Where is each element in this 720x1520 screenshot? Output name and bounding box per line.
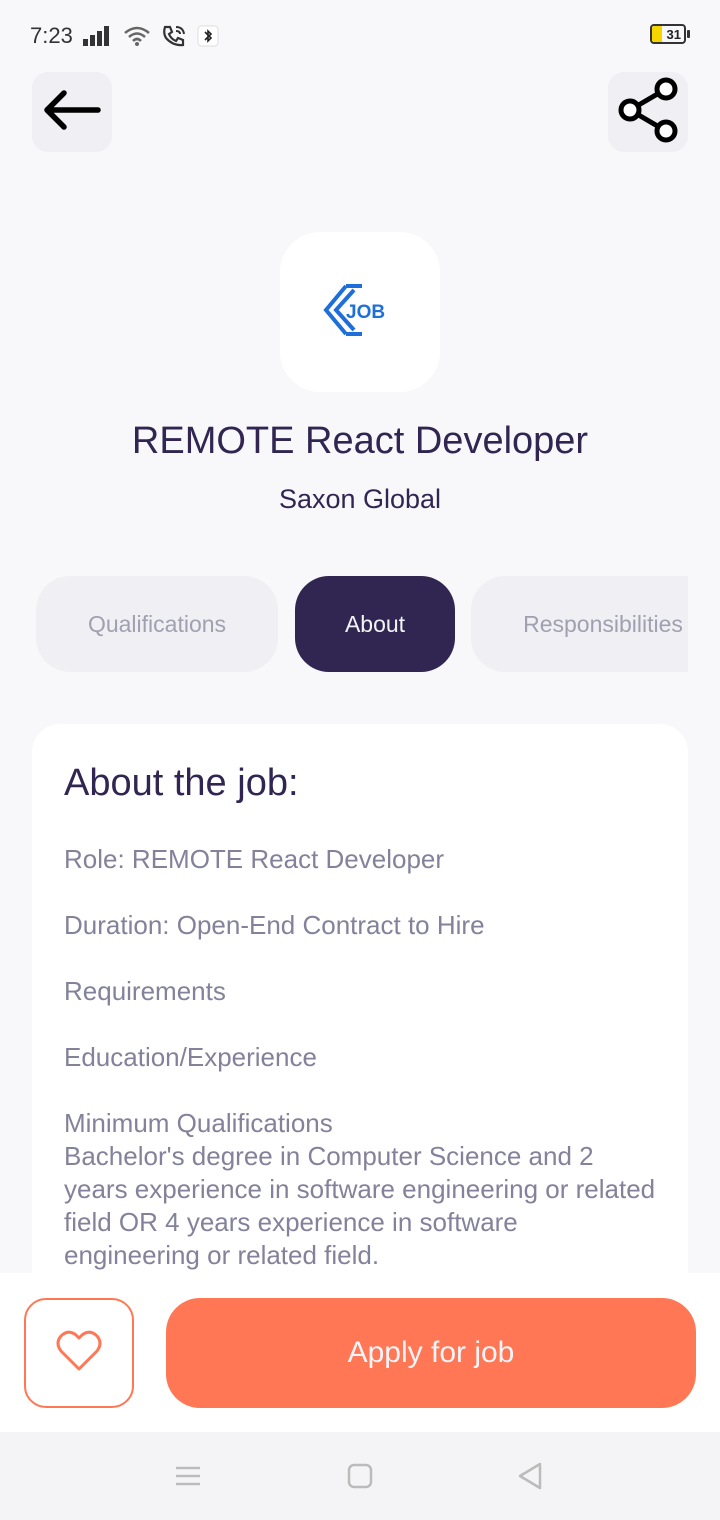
- tab-about[interactable]: About: [295, 576, 455, 672]
- bluetooth-notification-icon: [197, 25, 219, 47]
- company-logo: JOB: [280, 232, 440, 392]
- tab-qualifications[interactable]: Qualifications: [36, 576, 278, 672]
- status-time: 7:23: [30, 23, 73, 48]
- about-paragraph: Minimum Qualifications Bachelor's degree…: [64, 1108, 656, 1270]
- share-icon: [616, 76, 680, 149]
- home-icon[interactable]: [344, 1460, 376, 1492]
- about-heading: About the job:: [64, 762, 299, 804]
- tabs-bar: Qualifications About Responsibilities: [36, 576, 688, 674]
- about-paragraph: Role: REMOTE React Developer: [64, 844, 445, 874]
- system-nav-bar: [0, 1432, 720, 1520]
- signal-icon: [82, 26, 113, 46]
- about-card[interactable]: About the job: Role: REMOTE React Develo…: [32, 724, 688, 1344]
- job-title: REMOTE React Developer: [131, 420, 589, 462]
- svg-text:JOB: JOB: [346, 302, 385, 323]
- nav-back-icon[interactable]: [514, 1460, 546, 1492]
- tab-responsibilities[interactable]: Responsibilities: [471, 576, 688, 672]
- arrow-left-icon: [42, 88, 102, 137]
- about-paragraph: Requirements: [64, 976, 226, 1006]
- status-bar: 7:23 31: [0, 0, 720, 72]
- about-paragraph: Duration: Open-End Contract to Hire: [64, 910, 485, 940]
- battery-indicator: 31: [650, 24, 690, 44]
- wifi-icon: [123, 25, 151, 47]
- menu-icon[interactable]: [172, 1460, 204, 1492]
- battery-level: 31: [666, 26, 681, 42]
- share-button[interactable]: [608, 72, 688, 152]
- back-button[interactable]: [32, 72, 112, 152]
- apply-button[interactable]: Apply for job: [166, 1298, 696, 1408]
- company-name: Saxon Global: [278, 484, 442, 514]
- favorite-button[interactable]: [24, 1298, 134, 1408]
- wifi-calling-icon: [161, 24, 187, 48]
- status-icons: [82, 24, 219, 48]
- job-logo-icon: JOB: [323, 284, 385, 336]
- footer: Apply for job: [0, 1273, 720, 1432]
- about-paragraph: Education/Experience: [64, 1042, 317, 1072]
- heart-icon: [56, 1330, 102, 1377]
